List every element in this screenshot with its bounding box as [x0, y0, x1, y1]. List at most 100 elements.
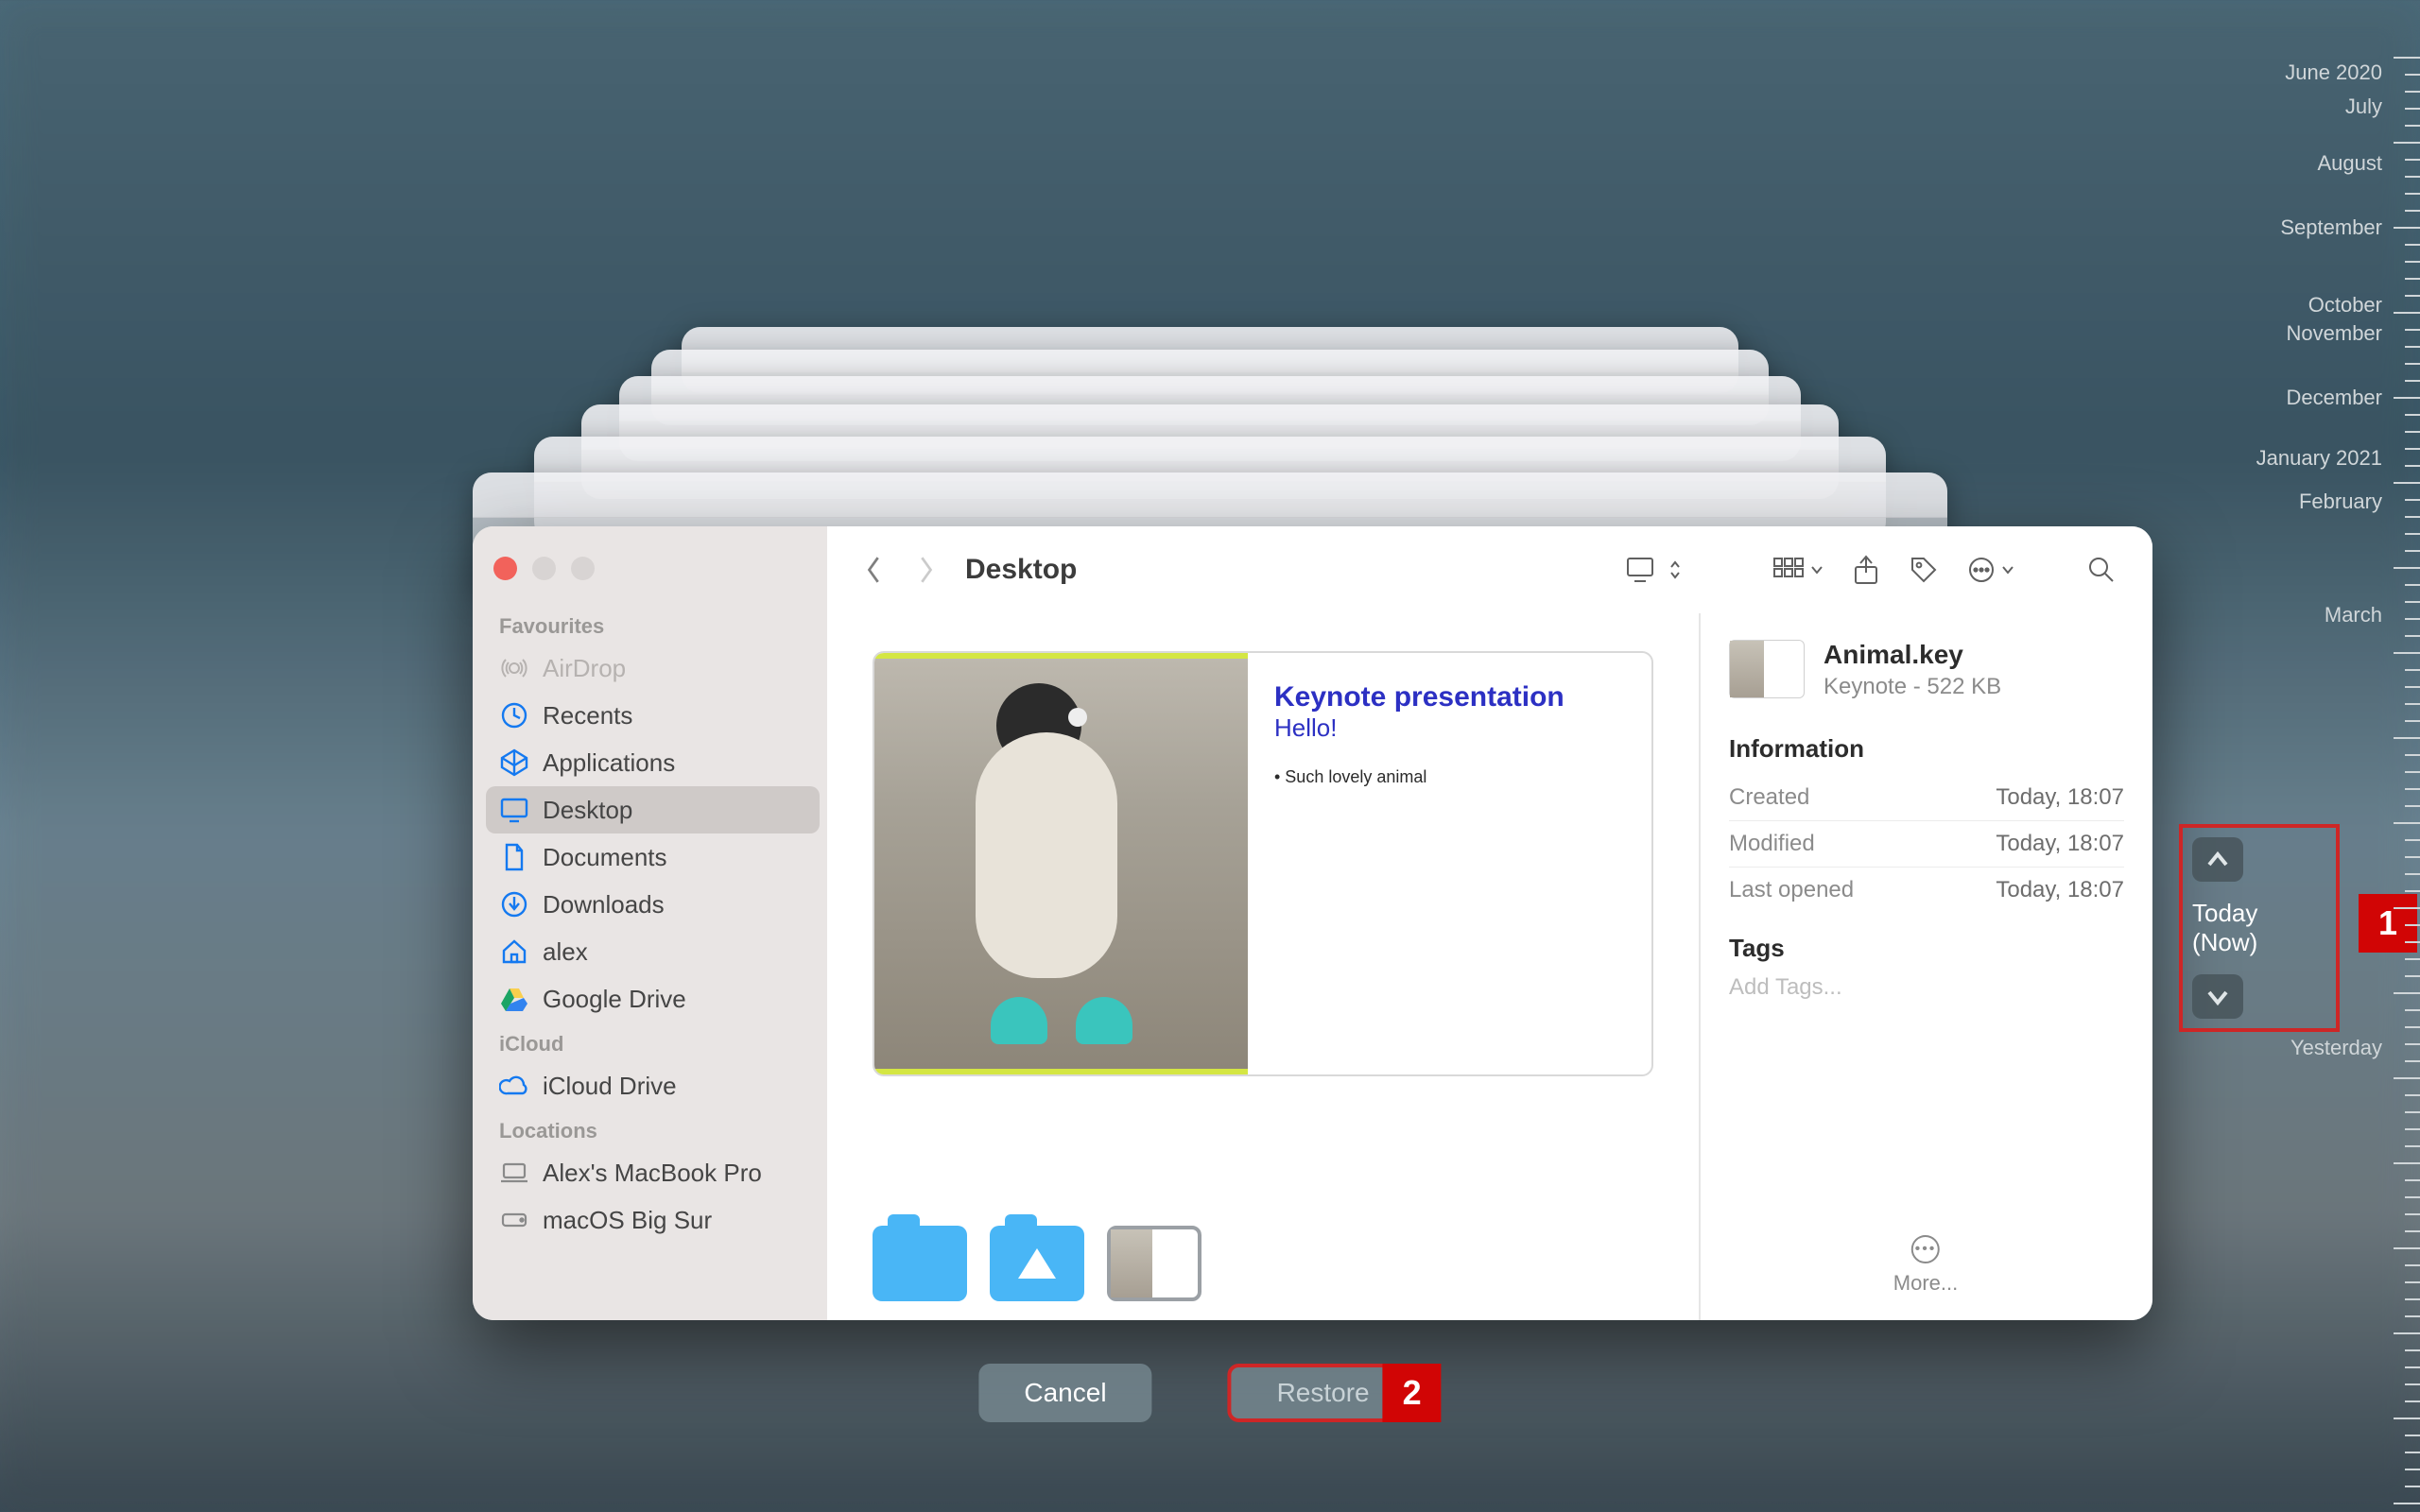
sidebar-item-label: Downloads	[543, 890, 665, 919]
timeline-entry[interactable]: January 2021	[2256, 446, 2382, 471]
timeline-tick	[2405, 159, 2420, 161]
timeline-entry[interactable]: October	[2308, 293, 2382, 318]
timeline-tick	[2405, 261, 2420, 263]
timeline-tick	[2394, 992, 2420, 994]
folder-thumbnail-googledrive[interactable]	[990, 1226, 1084, 1301]
slide-bullet: • Such lovely animal	[1274, 767, 1625, 787]
timeline-tick	[2405, 1026, 2420, 1028]
sidebar-item-macos-big-sur[interactable]: macOS Big Sur	[486, 1196, 820, 1244]
timeline-tick	[2405, 720, 2420, 722]
timeline-tick	[2405, 1469, 2420, 1470]
timeline-tick	[2405, 550, 2420, 552]
timeline-entry[interactable]: August	[2318, 151, 2383, 176]
timeline-tick	[2394, 652, 2420, 654]
sidebar-item-desktop[interactable]: Desktop	[486, 786, 820, 833]
sidebar-item-google-drive[interactable]: Google Drive	[486, 975, 820, 1022]
back-button[interactable]	[854, 549, 895, 591]
info-row: ModifiedToday, 18:07	[1729, 821, 2124, 868]
search-button[interactable]	[2077, 549, 2126, 591]
file-thumbnail-selected[interactable]	[1107, 1226, 1201, 1301]
tags-section-header: Tags	[1729, 934, 2124, 963]
timeline-tick	[2405, 1196, 2420, 1198]
view-mode-button[interactable]	[1763, 549, 1833, 591]
timeline-tick	[2405, 329, 2420, 331]
airdrop-icon	[499, 653, 529, 683]
info-row-value: Today, 18:07	[1996, 784, 2124, 811]
thumbnail-row	[873, 1203, 1653, 1301]
forward-button[interactable]	[905, 549, 946, 591]
timeline-tick	[2405, 635, 2420, 637]
info-subtitle: Keynote - 522 KB	[1824, 674, 2001, 700]
slide-subtitle: Hello!	[1274, 713, 1625, 743]
timeline-tick	[2394, 1418, 2420, 1419]
timeline-tick	[2405, 516, 2420, 518]
timeline-tick	[2405, 1349, 2420, 1351]
sidebar-item-alex[interactable]: alex	[486, 928, 820, 975]
sidebar-item-label: Alex's MacBook Pro	[543, 1159, 762, 1188]
timeline-tick	[2394, 142, 2420, 144]
more-button[interactable]: ••• More...	[1893, 1235, 1958, 1296]
desktop-icon	[499, 795, 529, 825]
timeline-entry[interactable]: June 2020	[2285, 60, 2382, 85]
finder-window: FavouritesAirDropRecentsApplicationsDesk…	[473, 526, 2152, 1320]
action-bar: Cancel Restore 2	[978, 1364, 1441, 1422]
sidebar-item-applications[interactable]: Applications	[486, 739, 820, 786]
timeline-tick	[2394, 312, 2420, 314]
timeline-tick	[2405, 448, 2420, 450]
display-options-button[interactable]	[1616, 549, 1691, 591]
window-controls	[486, 543, 820, 605]
timeline-entry[interactable]: July	[2345, 94, 2382, 119]
sidebar-item-recents[interactable]: Recents	[486, 692, 820, 739]
timeline-tick	[2405, 839, 2420, 841]
timeline-tick	[2405, 924, 2420, 926]
sidebar-item-airdrop: AirDrop	[486, 644, 820, 692]
folder-thumbnail[interactable]	[873, 1226, 967, 1301]
timeline[interactable]: June 2020 July August September October Novem…	[2203, 19, 2420, 1493]
timeline-entry[interactable]: Yesterday	[2290, 1036, 2382, 1060]
sidebar-item-documents[interactable]: Documents	[486, 833, 820, 881]
timeline-entry[interactable]: March	[2325, 603, 2382, 627]
timeline-entry[interactable]: September	[2280, 215, 2382, 240]
timeline-tick	[2394, 397, 2420, 399]
minimize-window-button[interactable]	[532, 557, 556, 580]
timeline-tick	[2394, 57, 2420, 59]
timeline-tick	[2405, 108, 2420, 110]
timeline-tick	[2405, 1043, 2420, 1045]
timeline-tick	[2394, 1332, 2420, 1334]
cancel-button[interactable]: Cancel	[978, 1364, 1151, 1422]
timeline-tick	[2394, 482, 2420, 484]
timeline-tick	[2405, 1145, 2420, 1147]
timeline-tick	[2405, 1111, 2420, 1113]
share-button[interactable]	[1842, 549, 1890, 591]
timeline-tick	[2405, 465, 2420, 467]
sidebar-item-downloads[interactable]: Downloads	[486, 881, 820, 928]
timeline-entry[interactable]: November	[2287, 321, 2382, 346]
timeline-tick	[2405, 193, 2420, 195]
info-section-header: Information	[1729, 734, 2124, 764]
sidebar-item-label: Desktop	[543, 796, 632, 825]
timeline-tick	[2405, 686, 2420, 688]
timeline-tick	[2405, 1128, 2420, 1130]
timeline-entry[interactable]: February	[2299, 490, 2382, 514]
zoom-window-button[interactable]	[571, 557, 595, 580]
info-row: CreatedToday, 18:07	[1729, 775, 2124, 821]
timeline-tick	[2405, 1230, 2420, 1232]
timeline-tick	[2405, 499, 2420, 501]
info-row-key: Modified	[1729, 831, 1815, 857]
sidebar-item-icloud-drive[interactable]: iCloud Drive	[486, 1062, 820, 1109]
gdrive-icon	[499, 984, 529, 1014]
timeline-tick	[2405, 669, 2420, 671]
sidebar-item-alex-s-macbook-pro[interactable]: Alex's MacBook Pro	[486, 1149, 820, 1196]
timeline-entry[interactable]: December	[2287, 386, 2382, 410]
clock-icon	[499, 700, 529, 730]
timeline-tick	[2405, 1264, 2420, 1266]
timeline-tick	[2394, 1247, 2420, 1249]
action-menu-button[interactable]	[1958, 549, 2024, 591]
timeline-tick	[2394, 1162, 2420, 1164]
timeline-tick	[2405, 584, 2420, 586]
timeline-tick	[2405, 1486, 2420, 1487]
tags-button[interactable]	[1899, 549, 1948, 591]
close-window-button[interactable]	[493, 557, 517, 580]
timeline-tick	[2405, 975, 2420, 977]
add-tags-field[interactable]: Add Tags...	[1729, 974, 2124, 1001]
